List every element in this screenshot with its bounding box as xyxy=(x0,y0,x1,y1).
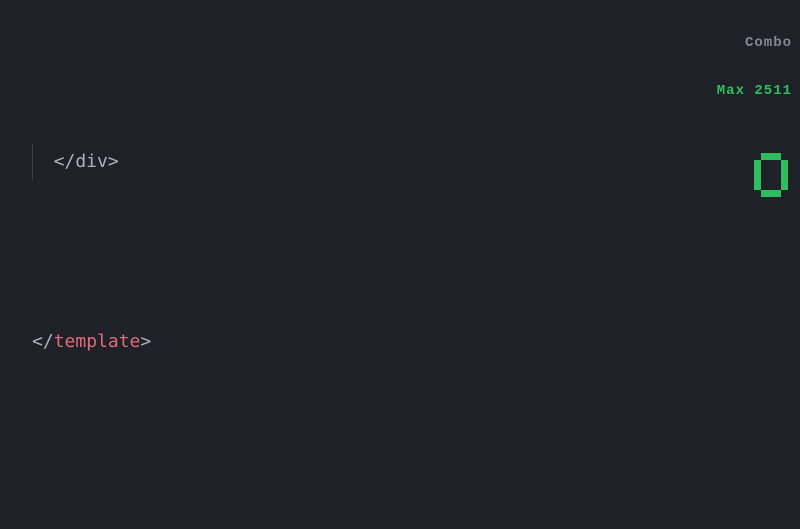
combo-max: Max 2511 xyxy=(698,83,792,99)
code-line: </div> xyxy=(32,144,800,180)
code-editor[interactable]: </div> </template> <script> export defau… xyxy=(0,0,800,529)
combo-digit-zero-icon xyxy=(754,153,788,197)
code-line: </template> xyxy=(32,324,800,360)
tag: </div> xyxy=(54,151,119,172)
code-line xyxy=(32,504,800,529)
combo-count xyxy=(698,137,792,249)
combo-title: Combo xyxy=(698,35,792,51)
combo-widget: Combo Max 2511 xyxy=(698,3,792,281)
